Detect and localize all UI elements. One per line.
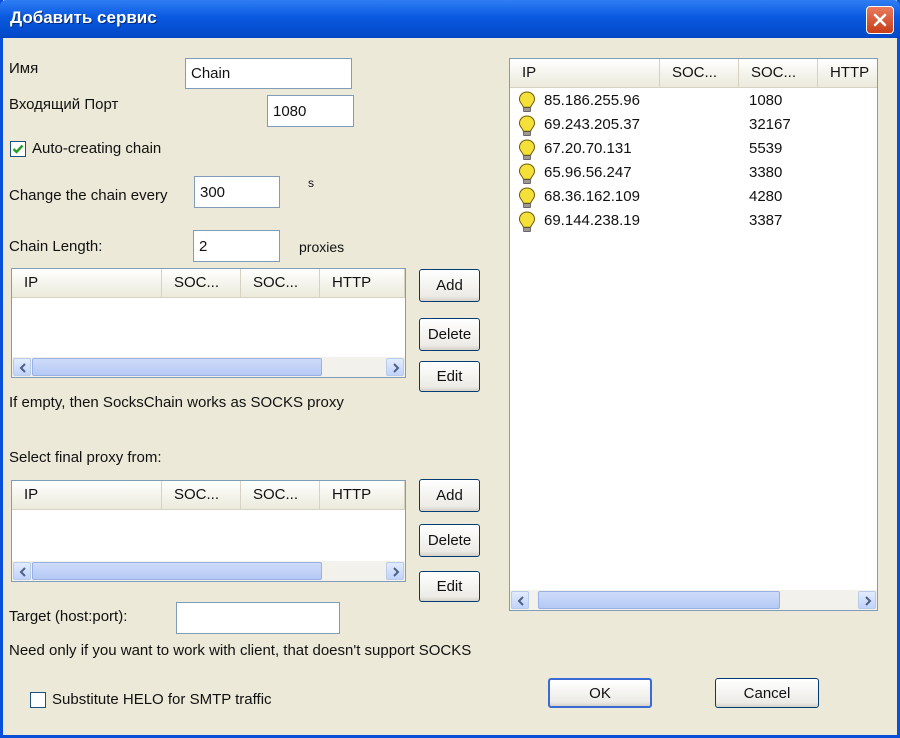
column-ip[interactable]: IP xyxy=(510,59,660,87)
checkmark-icon xyxy=(12,144,24,154)
change-interval-input[interactable] xyxy=(194,176,280,208)
target-label: Target (host:port): xyxy=(9,608,128,625)
column-socks5[interactable]: SOC... xyxy=(739,59,818,87)
proxy-ip: 68.36.162.109 xyxy=(544,188,640,205)
port-input[interactable] xyxy=(267,95,354,127)
lightbulb-icon xyxy=(518,139,536,161)
lightbulb-icon xyxy=(518,163,536,185)
proxy-ip: 67.20.70.131 xyxy=(544,140,632,157)
proxy-port: 5539 xyxy=(749,140,783,157)
chain-proxy-list[interactable]: IP SOC... SOC... HTTP xyxy=(11,268,406,378)
add-chain-proxy-button[interactable]: Add xyxy=(419,269,480,302)
proxy-ip: 65.96.56.247 xyxy=(544,164,632,181)
column-socks5[interactable]: SOC... xyxy=(241,481,320,509)
proxy-ip: 69.144.238.19 xyxy=(544,212,640,229)
proxy-ip: 69.243.205.37 xyxy=(544,116,640,133)
column-http[interactable]: HTTP xyxy=(320,481,405,509)
edit-chain-proxy-button[interactable]: Edit xyxy=(419,361,480,392)
lightbulb-icon xyxy=(518,211,536,233)
scroll-left-button[interactable] xyxy=(511,591,529,609)
proxy-ip: 85.186.255.96 xyxy=(544,92,640,109)
column-socks4[interactable]: SOC... xyxy=(162,269,241,297)
proxy-port: 32167 xyxy=(749,116,791,133)
delete-chain-proxy-button[interactable]: Delete xyxy=(419,318,480,351)
list-header: IP SOC... SOC... HTTP xyxy=(12,269,405,298)
arrow-left-icon xyxy=(19,567,26,577)
chain-length-label: Chain Length: xyxy=(9,238,103,255)
change-chain-label: Change the chain every xyxy=(9,187,168,204)
target-input[interactable] xyxy=(176,602,340,634)
name-input[interactable] xyxy=(185,58,352,89)
empty-chain-hint: If empty, then SocksChain works as SOCKS… xyxy=(9,394,344,411)
substitute-helo-checkbox[interactable] xyxy=(30,692,46,708)
lightbulb-icon xyxy=(518,187,536,209)
column-http[interactable]: HTTP xyxy=(320,269,405,297)
horizontal-scrollbar[interactable] xyxy=(510,590,877,610)
available-proxy-list[interactable]: IP SOC... SOC... HTTP 85.186.255.96 1080 6… xyxy=(509,58,878,611)
lightbulb-icon xyxy=(518,91,536,113)
arrow-left-icon xyxy=(19,363,26,373)
seconds-unit-label: s xyxy=(308,176,314,190)
column-socks5[interactable]: SOC... xyxy=(241,269,320,297)
horizontal-scrollbar[interactable] xyxy=(12,357,405,377)
scroll-left-button[interactable] xyxy=(13,358,31,376)
final-proxy-list[interactable]: IP SOC... SOC... HTTP xyxy=(11,480,406,582)
proxies-unit-label: proxies xyxy=(299,239,345,255)
delete-final-proxy-button[interactable]: Delete xyxy=(419,524,480,557)
auto-creating-chain-checkbox[interactable] xyxy=(10,141,26,157)
list-header: IP SOC... SOC... HTTP xyxy=(12,481,405,510)
proxy-port: 1080 xyxy=(749,92,783,109)
arrow-right-icon xyxy=(393,363,400,373)
dialog-window: Добавить сервис Имя Входящий Порт Auto-c… xyxy=(0,0,900,738)
lightbulb-icon xyxy=(518,115,536,137)
arrow-right-icon xyxy=(865,596,872,606)
edit-final-proxy-button[interactable]: Edit xyxy=(419,571,480,602)
chain-length-input[interactable] xyxy=(193,230,280,262)
cancel-button[interactable]: Cancel xyxy=(715,678,819,708)
list-header: IP SOC... SOC... HTTP xyxy=(510,59,877,88)
scroll-thumb[interactable] xyxy=(538,591,780,609)
add-final-proxy-button[interactable]: Add xyxy=(419,479,480,512)
column-ip[interactable]: IP xyxy=(12,269,162,297)
title-bar[interactable]: Добавить сервис xyxy=(0,0,900,38)
column-http[interactable]: HTTP xyxy=(818,59,877,87)
target-hint: Need only if you want to work with clien… xyxy=(9,642,472,659)
scroll-right-button[interactable] xyxy=(386,358,404,376)
arrow-left-icon xyxy=(517,596,524,606)
scroll-right-button[interactable] xyxy=(386,562,404,580)
horizontal-scrollbar[interactable] xyxy=(12,561,405,581)
proxy-port: 3387 xyxy=(749,212,783,229)
column-socks4[interactable]: SOC... xyxy=(162,481,241,509)
column-socks4[interactable]: SOC... xyxy=(660,59,739,87)
port-label: Входящий Порт xyxy=(9,96,119,113)
scroll-thumb[interactable] xyxy=(32,358,322,376)
proxy-port: 4280 xyxy=(749,188,783,205)
name-label: Имя xyxy=(9,60,39,77)
proxy-port: 3380 xyxy=(749,164,783,181)
scroll-left-button[interactable] xyxy=(13,562,31,580)
column-ip[interactable]: IP xyxy=(12,481,162,509)
close-button[interactable] xyxy=(866,6,894,34)
ok-button[interactable]: OK xyxy=(548,678,652,708)
window-title: Добавить сервис xyxy=(10,8,157,27)
final-proxy-label: Select final proxy from: xyxy=(9,449,162,466)
substitute-helo-label: Substitute HELO for SMTP traffic xyxy=(52,691,272,708)
scroll-thumb[interactable] xyxy=(32,562,322,580)
scroll-right-button[interactable] xyxy=(858,591,876,609)
arrow-right-icon xyxy=(393,567,400,577)
auto-creating-chain-label: Auto-creating chain xyxy=(32,140,162,157)
close-icon xyxy=(873,13,887,27)
